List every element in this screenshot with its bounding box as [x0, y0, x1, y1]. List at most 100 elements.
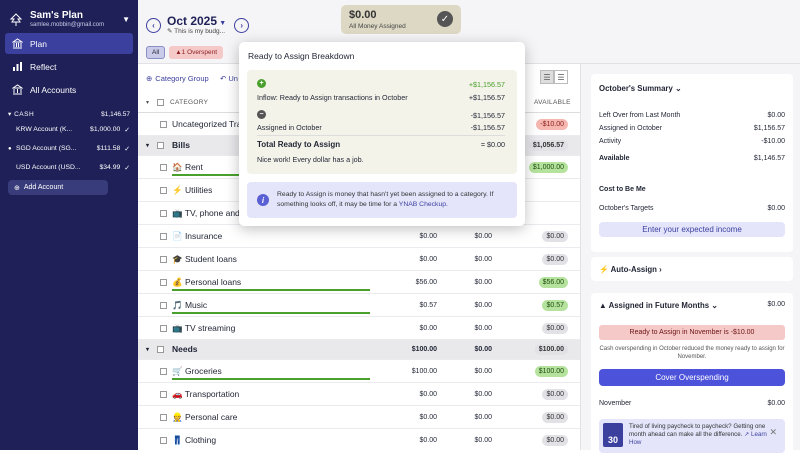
- assigned-cell[interactable]: $56.00: [393, 279, 437, 286]
- enter-expected-income-button[interactable]: Enter your expected income: [599, 222, 785, 237]
- auto-assign-card[interactable]: ⚡ Auto-Assign ›: [591, 257, 793, 281]
- category-row[interactable]: 💰 Personal loans $56.00 $0.00 $56.00: [138, 271, 580, 294]
- add-category-group-button[interactable]: ⊕ Category Group: [146, 74, 209, 83]
- assigned-cell[interactable]: $0.57: [393, 302, 437, 309]
- available-pill[interactable]: $0.00: [542, 322, 568, 334]
- nav-reflect[interactable]: Reflect: [5, 56, 133, 77]
- assigned-cell[interactable]: $0.00: [393, 414, 437, 421]
- category-name[interactable]: 🎓 Student loans: [172, 254, 237, 265]
- cash-group-header[interactable]: ▾ CASH $1,146.57: [0, 108, 138, 120]
- available-cell[interactable]: $0.00: [508, 253, 568, 265]
- assigned-cell[interactable]: $0.00: [393, 233, 437, 240]
- row-checkbox[interactable]: [160, 163, 167, 171]
- close-icon[interactable]: ✕: [769, 427, 777, 438]
- category-name[interactable]: 📺 TV streaming: [172, 323, 235, 334]
- assigned-cell[interactable]: $0.00: [393, 325, 437, 332]
- row-checkbox[interactable]: [160, 186, 167, 194]
- category-row[interactable]: 🚗 Transportation $0.00 $0.00 $0.00: [138, 383, 580, 406]
- category-name[interactable]: ⚡ Utilities: [172, 185, 212, 196]
- next-month-button[interactable]: ›: [234, 17, 250, 33]
- category-group-row[interactable]: ▾ Needs $100.00 $0.00 $100.00: [138, 340, 580, 360]
- chevron-down-icon[interactable]: ▼: [122, 15, 130, 24]
- category-name[interactable]: 🏠 Rent: [172, 162, 203, 173]
- category-row[interactable]: 🎵 Music $0.57 $0.00 $0.57: [138, 294, 580, 317]
- category-row[interactable]: 👷 Personal care $0.00 $0.00 $0.00: [138, 406, 580, 429]
- future-months-title[interactable]: ▲ Assigned in Future Months ⌄: [599, 301, 718, 310]
- row-checkbox[interactable]: [160, 301, 167, 309]
- available-cell[interactable]: $0.00: [508, 434, 568, 446]
- filter-all[interactable]: All: [146, 46, 166, 59]
- row-checkbox[interactable]: [160, 436, 167, 444]
- available-pill[interactable]: $0.57: [542, 299, 568, 311]
- row-checkbox[interactable]: [157, 346, 164, 353]
- category-name[interactable]: 🎵 Music: [172, 300, 207, 311]
- available-pill[interactable]: $0.00: [542, 388, 568, 400]
- category-row[interactable]: 📄 Insurance $0.00 $0.00 $0.00: [138, 225, 580, 248]
- available-cell[interactable]: $100.00: [508, 344, 568, 355]
- row-checkbox[interactable]: [160, 367, 167, 375]
- select-all-checkbox[interactable]: [157, 98, 164, 106]
- plan-switcher[interactable]: Sam's Plan samlee.mobbin@gmail.com ▼: [0, 0, 138, 32]
- assigned-cell[interactable]: $100.00: [393, 368, 437, 375]
- available-pill[interactable]: $0.00: [542, 411, 568, 423]
- row-checkbox[interactable]: [160, 278, 167, 286]
- category-name[interactable]: 🚗 Transportation: [172, 389, 239, 400]
- row-checkbox[interactable]: [160, 255, 167, 263]
- category-row[interactable]: 🛒 Groceries $100.00 $0.00 $100.00: [138, 360, 580, 383]
- chevron-down-icon[interactable]: ▾: [146, 346, 154, 353]
- assigned-cell[interactable]: $100.00: [393, 346, 437, 353]
- account-item[interactable]: KRW Account (K... $1,000.00 ✓: [0, 120, 138, 139]
- available-pill[interactable]: $0.00: [542, 434, 568, 446]
- view-expanded-button[interactable]: ☰: [554, 70, 568, 84]
- category-name[interactable]: Bills: [172, 140, 190, 150]
- available-cell[interactable]: $0.00: [508, 230, 568, 242]
- prev-month-button[interactable]: ‹: [146, 17, 161, 33]
- available-cell[interactable]: $56.00: [508, 276, 568, 288]
- category-name[interactable]: 📺 TV, phone and: [172, 208, 240, 219]
- account-item[interactable]: ● SGD Account (SG... $111.58 ✓: [0, 139, 138, 158]
- available-cell[interactable]: $100.00: [508, 365, 568, 377]
- available-cell[interactable]: $0.00: [508, 411, 568, 423]
- category-name[interactable]: 📄 Insurance: [172, 231, 222, 242]
- category-name[interactable]: 💰 Personal loans: [172, 277, 241, 288]
- nav-plan[interactable]: Plan: [5, 33, 133, 54]
- row-checkbox[interactable]: [160, 413, 167, 421]
- category-name[interactable]: 🛒 Groceries: [172, 366, 222, 377]
- category-row[interactable]: 📺 TV streaming $0.00 $0.00 $0.00: [138, 317, 580, 340]
- row-checkbox[interactable]: [160, 324, 167, 332]
- available-cell[interactable]: $0.00: [508, 322, 568, 334]
- row-checkbox[interactable]: [160, 120, 167, 128]
- available-cell[interactable]: $0.00: [508, 388, 568, 400]
- category-row[interactable]: 🎓 Student loans $0.00 $0.00 $0.00: [138, 248, 580, 271]
- month-title[interactable]: Oct 2025: [167, 14, 217, 28]
- nav-all-accounts[interactable]: All Accounts: [5, 79, 133, 100]
- category-name[interactable]: 👷 Personal care: [172, 412, 237, 423]
- add-account-button[interactable]: ⊕ Add Account: [8, 180, 108, 195]
- view-compact-button[interactable]: ☰: [540, 70, 554, 84]
- category-row[interactable]: 👖 Clothing $0.00 $0.00 $0.00: [138, 429, 580, 450]
- assigned-cell[interactable]: $0.00: [393, 391, 437, 398]
- ready-to-assign-banner[interactable]: $0.00 All Money Assigned ✓: [341, 5, 461, 34]
- summary-title[interactable]: October's Summary ⌄: [599, 84, 682, 93]
- category-name[interactable]: 👖 Clothing: [172, 435, 216, 446]
- ynab-checkup-link[interactable]: YNAB Checkup.: [399, 201, 448, 208]
- chevron-down-icon[interactable]: ▼: [219, 20, 226, 27]
- available-cell[interactable]: $0.57: [508, 299, 568, 311]
- available-pill[interactable]: $0.00: [542, 230, 568, 242]
- available-pill[interactable]: $1,056.57: [528, 140, 568, 151]
- row-checkbox[interactable]: [160, 390, 167, 398]
- cover-overspending-button[interactable]: Cover Overspending: [599, 369, 785, 386]
- available-pill[interactable]: $100.00: [534, 344, 568, 355]
- available-pill[interactable]: $0.00: [542, 253, 568, 265]
- assigned-cell[interactable]: $0.00: [393, 256, 437, 263]
- assigned-cell[interactable]: $0.00: [393, 437, 437, 444]
- account-item[interactable]: USD Account (USD... $34.99 ✓: [0, 158, 138, 177]
- row-checkbox[interactable]: [160, 232, 167, 240]
- available-pill[interactable]: $100.00: [534, 365, 568, 377]
- filter-overspent[interactable]: ▲ 1 Overspent: [169, 46, 224, 59]
- month-note[interactable]: ✎ This is my budg...: [167, 28, 226, 36]
- row-checkbox[interactable]: [157, 142, 164, 149]
- chevron-down-icon[interactable]: ▾: [146, 99, 154, 106]
- row-checkbox[interactable]: [160, 209, 167, 217]
- available-pill[interactable]: $1,000.00: [528, 161, 568, 173]
